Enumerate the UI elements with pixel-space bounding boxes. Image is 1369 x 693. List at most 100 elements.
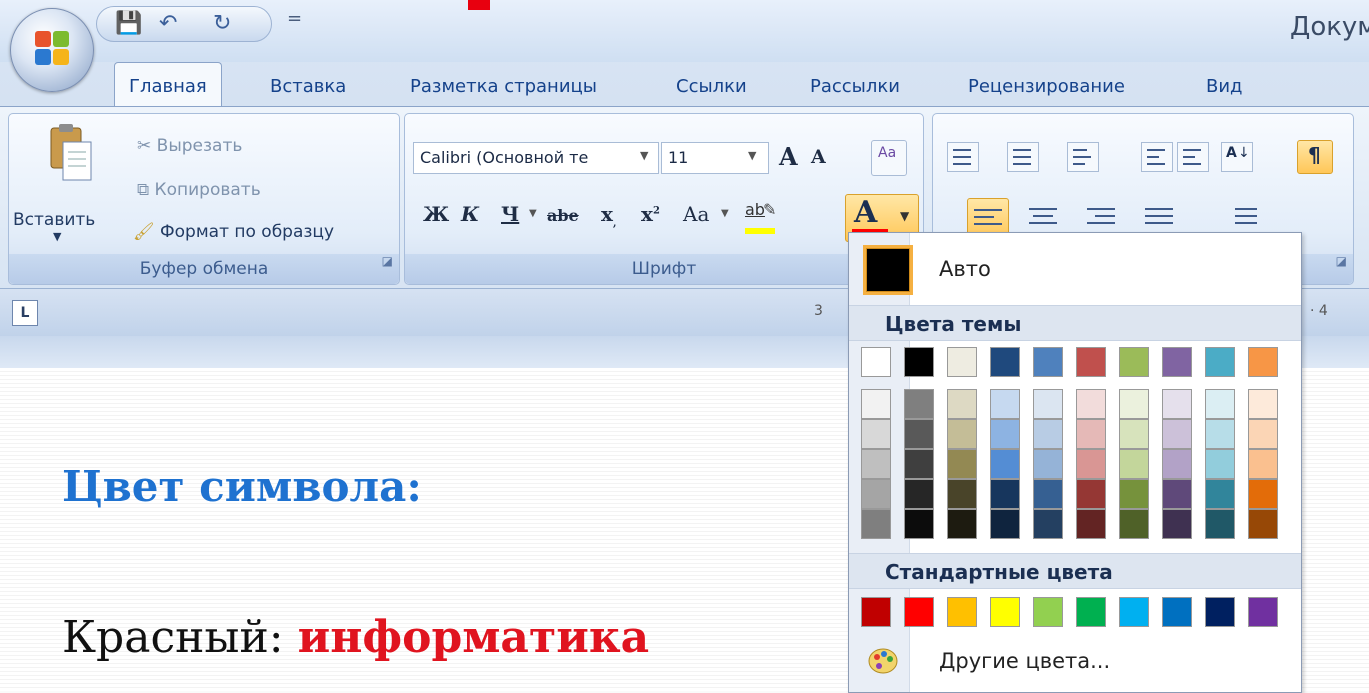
- theme-shade-swatch[interactable]: [1076, 509, 1106, 539]
- bullets-icon[interactable]: [947, 142, 979, 172]
- theme-shade-swatch[interactable]: [1162, 449, 1192, 479]
- shrink-font-button[interactable]: A: [811, 146, 826, 168]
- subscript-button[interactable]: x,: [601, 202, 616, 229]
- tab-page-layout[interactable]: Разметка страницы: [410, 76, 597, 97]
- italic-button[interactable]: К: [461, 202, 479, 226]
- decrease-indent-icon[interactable]: [1141, 142, 1173, 172]
- theme-color-swatch[interactable]: [947, 347, 977, 377]
- theme-shade-swatch[interactable]: [861, 389, 891, 419]
- standard-color-swatch[interactable]: [990, 597, 1020, 627]
- change-case-dropdown-icon[interactable]: ▼: [721, 208, 729, 219]
- paragraph-launcher-icon[interactable]: ◪: [1336, 246, 1347, 276]
- standard-color-swatch[interactable]: [1119, 597, 1149, 627]
- theme-shade-swatch[interactable]: [1248, 449, 1278, 479]
- theme-shade-swatch[interactable]: [1119, 419, 1149, 449]
- font-size-dropdown-icon[interactable]: ▼: [748, 149, 756, 162]
- theme-shade-swatch[interactable]: [1205, 509, 1235, 539]
- theme-shade-swatch[interactable]: [947, 449, 977, 479]
- clipboard-launcher-icon[interactable]: ◪: [382, 246, 393, 276]
- standard-color-swatch[interactable]: [1205, 597, 1235, 627]
- theme-shade-swatch[interactable]: [904, 419, 934, 449]
- redo-icon[interactable]: ↻: [213, 11, 231, 36]
- theme-shade-swatch[interactable]: [1248, 479, 1278, 509]
- sort-icon[interactable]: А ↓: [1221, 142, 1253, 172]
- theme-shade-swatch[interactable]: [1248, 509, 1278, 539]
- multilevel-list-icon[interactable]: [1067, 142, 1099, 172]
- clear-formatting-button[interactable]: Aa: [871, 140, 907, 176]
- theme-shade-swatch[interactable]: [1033, 389, 1063, 419]
- tab-home[interactable]: Главная: [114, 62, 222, 107]
- grow-font-button[interactable]: A: [779, 142, 798, 171]
- copy-button[interactable]: ⧉ Копировать: [137, 180, 261, 200]
- superscript-button[interactable]: x2: [641, 202, 660, 226]
- undo-icon[interactable]: ↶: [159, 11, 177, 36]
- tab-view[interactable]: Вид: [1206, 76, 1243, 97]
- theme-shade-swatch[interactable]: [1119, 509, 1149, 539]
- theme-shade-swatch[interactable]: [1162, 389, 1192, 419]
- theme-color-swatch[interactable]: [990, 347, 1020, 377]
- tab-mailings[interactable]: Рассылки: [810, 76, 900, 97]
- theme-shade-swatch[interactable]: [861, 419, 891, 449]
- auto-color-item[interactable]: Авто: [853, 239, 1297, 299]
- theme-shade-swatch[interactable]: [904, 509, 934, 539]
- theme-shade-swatch[interactable]: [1162, 509, 1192, 539]
- theme-shade-swatch[interactable]: [1162, 419, 1192, 449]
- theme-shade-swatch[interactable]: [1119, 389, 1149, 419]
- font-name-combo[interactable]: Calibri (Основной те ▼: [413, 142, 659, 174]
- theme-color-swatch[interactable]: [1119, 347, 1149, 377]
- numbering-icon[interactable]: [1007, 142, 1039, 172]
- theme-shade-swatch[interactable]: [1248, 389, 1278, 419]
- theme-shade-swatch[interactable]: [1076, 389, 1106, 419]
- underline-button[interactable]: Ч: [501, 202, 519, 226]
- theme-shade-swatch[interactable]: [990, 419, 1020, 449]
- theme-shade-swatch[interactable]: [1205, 389, 1235, 419]
- theme-shade-swatch[interactable]: [904, 479, 934, 509]
- cut-button[interactable]: ✂ Вырезать: [137, 136, 242, 156]
- theme-shade-swatch[interactable]: [947, 509, 977, 539]
- theme-color-swatch[interactable]: [861, 347, 891, 377]
- theme-shade-swatch[interactable]: [1162, 479, 1192, 509]
- standard-color-swatch[interactable]: [861, 597, 891, 627]
- theme-color-swatch[interactable]: [904, 347, 934, 377]
- theme-shade-swatch[interactable]: [947, 389, 977, 419]
- theme-color-swatch[interactable]: [1076, 347, 1106, 377]
- standard-color-swatch[interactable]: [1248, 597, 1278, 627]
- paste-dropdown-icon[interactable]: ▼: [53, 230, 61, 243]
- font-color-dropdown-icon[interactable]: ▼: [900, 209, 909, 223]
- theme-shade-swatch[interactable]: [1076, 479, 1106, 509]
- theme-shade-swatch[interactable]: [990, 479, 1020, 509]
- theme-shade-swatch[interactable]: [1248, 419, 1278, 449]
- theme-shade-swatch[interactable]: [1033, 509, 1063, 539]
- theme-shade-swatch[interactable]: [1033, 449, 1063, 479]
- theme-color-swatch[interactable]: [1205, 347, 1235, 377]
- theme-shade-swatch[interactable]: [904, 389, 934, 419]
- tab-insert[interactable]: Вставка: [270, 76, 346, 97]
- more-colors-item[interactable]: Другие цвета...: [853, 637, 1297, 685]
- standard-color-swatch[interactable]: [1076, 597, 1106, 627]
- theme-shade-swatch[interactable]: [861, 509, 891, 539]
- save-icon[interactable]: 💾: [115, 11, 142, 36]
- standard-color-swatch[interactable]: [947, 597, 977, 627]
- strikethrough-button[interactable]: abe: [547, 206, 579, 225]
- standard-color-swatch[interactable]: [904, 597, 934, 627]
- bold-button[interactable]: Ж: [423, 202, 449, 226]
- increase-indent-icon[interactable]: [1177, 142, 1209, 172]
- theme-shade-swatch[interactable]: [990, 389, 1020, 419]
- theme-shade-swatch[interactable]: [1076, 449, 1106, 479]
- theme-shade-swatch[interactable]: [861, 479, 891, 509]
- theme-shade-swatch[interactable]: [1076, 419, 1106, 449]
- show-marks-button[interactable]: ¶: [1297, 140, 1333, 174]
- highlight-button[interactable]: ab ✎: [741, 198, 781, 238]
- theme-shade-swatch[interactable]: [1205, 479, 1235, 509]
- theme-shade-swatch[interactable]: [1033, 419, 1063, 449]
- tab-references[interactable]: Ссылки: [676, 76, 747, 97]
- theme-shade-swatch[interactable]: [947, 419, 977, 449]
- theme-shade-swatch[interactable]: [1205, 449, 1235, 479]
- theme-shade-swatch[interactable]: [947, 479, 977, 509]
- font-name-dropdown-icon[interactable]: ▼: [640, 149, 648, 162]
- format-painter-button[interactable]: 🖌 Формат по образцу: [133, 222, 334, 242]
- theme-shade-swatch[interactable]: [861, 449, 891, 479]
- theme-color-swatch[interactable]: [1162, 347, 1192, 377]
- theme-shade-swatch[interactable]: [1205, 419, 1235, 449]
- theme-shade-swatch[interactable]: [1119, 449, 1149, 479]
